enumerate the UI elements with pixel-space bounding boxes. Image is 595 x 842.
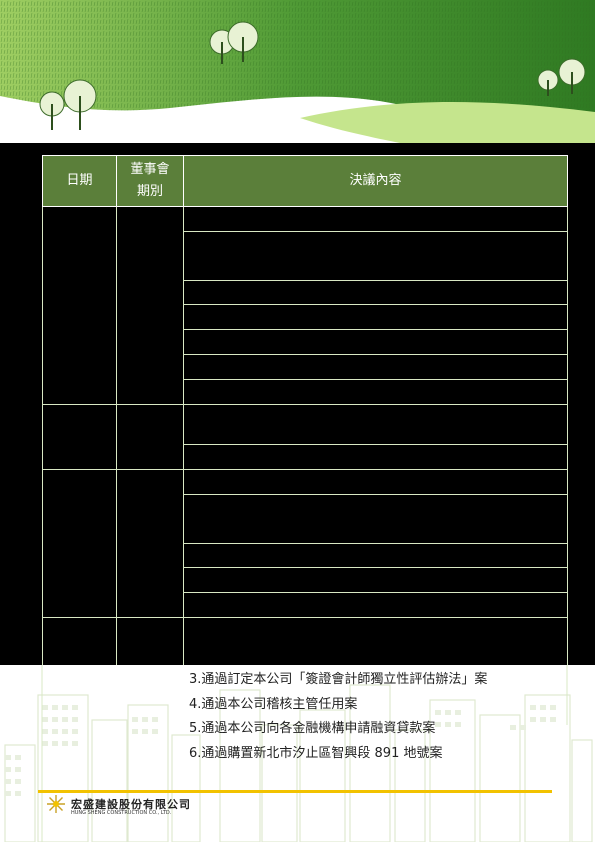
grass-landscape-illustration: [0, 0, 595, 143]
table-row: [42, 404, 568, 470]
list-item: 4.通過本公司稽核主管任用案: [189, 696, 358, 712]
content-cell: [183, 543, 568, 568]
content-cell: [183, 617, 568, 667]
list-item: 6.通過購置新北市汐止區智興段 891 地號案: [189, 745, 443, 761]
resolution-list: 3.通過訂定本公司「簽證會計師獨立性評估辦法」案 4.通過本公司稽核主管任用案 …: [189, 668, 487, 766]
content-cell: [183, 354, 568, 380]
session-cell: [116, 206, 184, 405]
content-cell: [183, 592, 568, 618]
content-cell: [183, 206, 568, 232]
table-row: [42, 469, 568, 618]
content-cell: [183, 304, 568, 330]
company-brand: 宏盛建設股份有限公司 HUNG SHENG CONSTRUCTION CO., …: [46, 794, 191, 816]
date-cell: [42, 617, 117, 668]
header-content: 決議內容: [183, 155, 568, 207]
header-banner: [0, 0, 595, 143]
date-cell: [42, 404, 117, 470]
table-row: [42, 206, 568, 405]
session-cell: [116, 617, 184, 668]
sunburst-logo-icon: [47, 795, 65, 813]
board-resolutions-table: 日期 董事會 期別 決議內容: [42, 155, 568, 668]
footer-divider: [38, 790, 552, 793]
content-cell: [183, 329, 568, 355]
list-item: 3.通過訂定本公司「簽證會計師獨立性評估辦法」案: [189, 672, 488, 687]
session-cell: [116, 404, 184, 470]
header-session: 董事會 期別: [116, 155, 184, 207]
list-item: 5.通過本公司向各金融機構申請融資貸款案: [189, 721, 436, 736]
content-cell: [183, 469, 568, 495]
company-name-en: HUNG SHENG CONSTRUCTION CO., LTD.: [71, 810, 172, 816]
content-cell: [183, 231, 568, 281]
content-cell: [183, 494, 568, 544]
content-cell: [183, 567, 568, 593]
table-header-row: 日期 董事會 期別 決議內容: [42, 155, 568, 207]
content-cell: [183, 280, 568, 305]
content-cell: [183, 404, 568, 445]
header-date: 日期: [42, 155, 117, 207]
date-cell: [42, 206, 117, 405]
content-cell: [183, 444, 568, 470]
session-cell: [116, 469, 184, 618]
content-cell: [183, 379, 568, 405]
table-row: [42, 617, 568, 668]
date-cell: [42, 469, 117, 618]
